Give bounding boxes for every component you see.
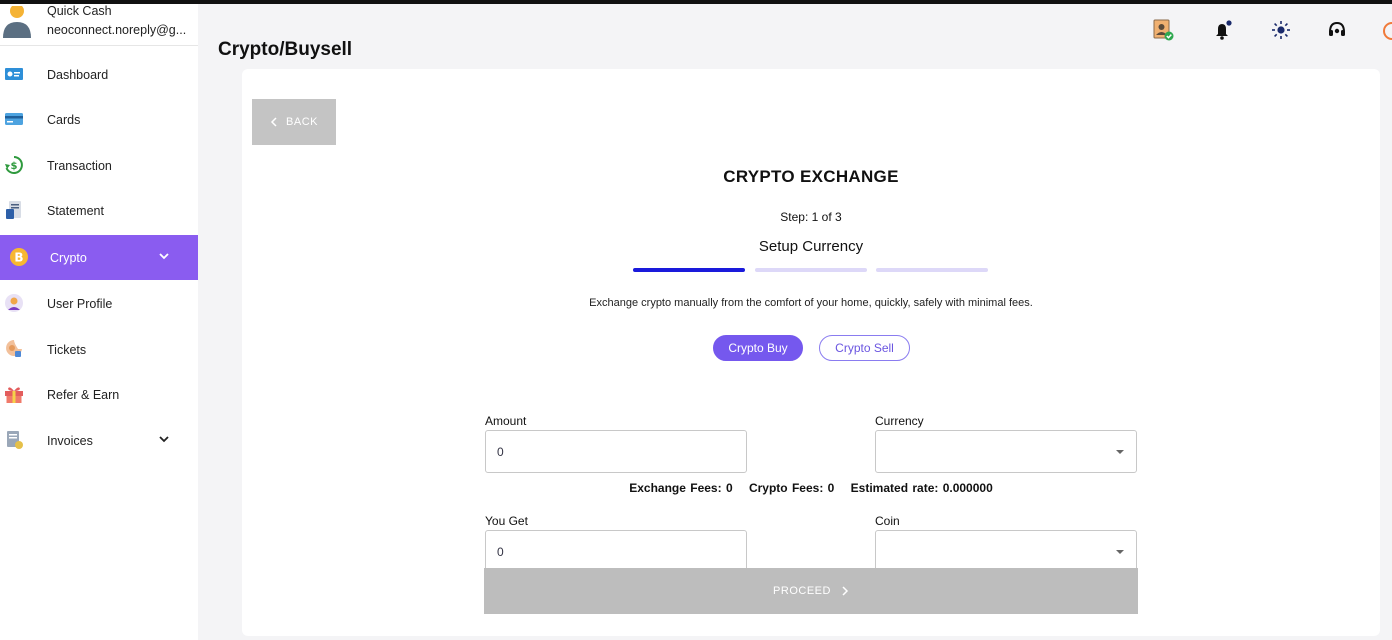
support-headset-icon[interactable] [1326,19,1348,41]
progress-step-3 [876,268,988,272]
exchange-card: BACK CRYPTO EXCHANGE Step: 1 of 3 Setup … [242,69,1380,636]
user-block[interactable]: Quick Cash neoconnect.noreply@g... [0,4,198,46]
page-title: Crypto/Buysell [218,39,353,60]
user-name: Quick Cash [47,4,112,18]
sidebar-item-label: Cards [47,112,81,127]
proceed-button[interactable]: PROCEED [484,568,1138,614]
power-icon[interactable] [1382,19,1392,41]
sidebar-item-dashboard[interactable]: Dashboard [0,52,198,97]
coin-label: Coin [875,514,900,528]
user-profile-icon [5,294,23,312]
sidebar-item-label: Transaction [47,158,112,173]
exchange-fees: Exchange Fees: 0 [629,481,733,495]
amount-input[interactable]: 0 [485,430,747,473]
you-get-input[interactable]: 0 [485,530,747,573]
user-email: neoconnect.noreply@g... [47,23,187,37]
amount-label: Amount [485,414,527,428]
sidebar-item-refer-earn[interactable]: Refer & Earn [0,372,198,417]
bitcoin-icon: B [10,248,28,266]
transaction-icon: $ [5,156,23,174]
sidebar-item-label: Statement [47,203,104,218]
top-strip [0,0,1392,4]
step-indicator: Step: 1 of 3 [780,210,842,224]
notification-bell-icon[interactable] [1213,19,1235,41]
sidebar-item-user-profile[interactable]: User Profile [0,281,198,326]
tickets-icon [6,340,22,357]
fees-summary: Exchange Fees: 0 Crypto Fees: 0 Estimate… [242,481,1380,495]
gift-icon [5,387,23,403]
progress-step-2 [755,268,867,272]
crypto-fees: Crypto Fees: 0 [748,481,835,495]
chevron-down-icon[interactable] [157,432,171,446]
back-label: BACK [286,116,318,128]
dashboard-icon [5,68,23,80]
currency-select[interactable] [875,430,1137,473]
chevron-right-icon [842,586,849,596]
currency-label: Currency [875,414,924,428]
coin-select[interactable] [875,530,1137,573]
sidebar-item-statement[interactable]: Statement [0,188,198,233]
sidebar-item-transaction[interactable]: $ Transaction [0,143,198,188]
svg-text:$: $ [11,161,18,172]
sidebar: Quick Cash neoconnect.noreply@g... Dashb… [0,4,198,640]
sidebar-item-crypto[interactable]: B Crypto [0,235,198,280]
avatar [3,6,31,38]
card-icon [5,113,23,125]
chevron-left-icon [270,117,277,127]
sidebar-item-invoices[interactable]: Invoices [0,418,198,463]
back-button[interactable]: BACK [252,99,336,145]
kyc-verified-icon[interactable] [1152,19,1174,41]
sidebar-item-cards[interactable]: Cards [0,97,198,142]
dropdown-caret-icon [1116,550,1124,554]
theme-sun-icon[interactable] [1270,19,1292,41]
you-get-label: You Get [485,514,528,528]
invoice-icon [7,431,23,449]
sidebar-item-label: Invoices [47,433,93,448]
dropdown-caret-icon [1116,450,1124,454]
sidebar-item-label: User Profile [47,296,113,311]
svg-text:B: B [14,251,23,265]
proceed-label: PROCEED [773,585,831,597]
sidebar-item-label: Crypto [50,250,87,265]
crypto-sell-button[interactable]: Crypto Sell [819,335,910,361]
sidebar-item-label: Dashboard [47,67,109,82]
progress-step-1 [633,268,745,272]
sidebar-item-label: Tickets [47,342,87,357]
step-name: Setup Currency [758,238,864,255]
exchange-description: Exchange crypto manually from the comfor… [589,297,1033,309]
statement-icon [6,201,21,219]
sidebar-item-tickets[interactable]: Tickets [0,327,198,372]
exchange-title: CRYPTO EXCHANGE [723,167,899,186]
chevron-down-icon[interactable] [157,249,171,263]
crypto-buy-button[interactable]: Crypto Buy [713,335,803,361]
estimated-rate: Estimated rate: 0.000000 [850,481,993,495]
sidebar-item-label: Refer & Earn [47,387,120,402]
